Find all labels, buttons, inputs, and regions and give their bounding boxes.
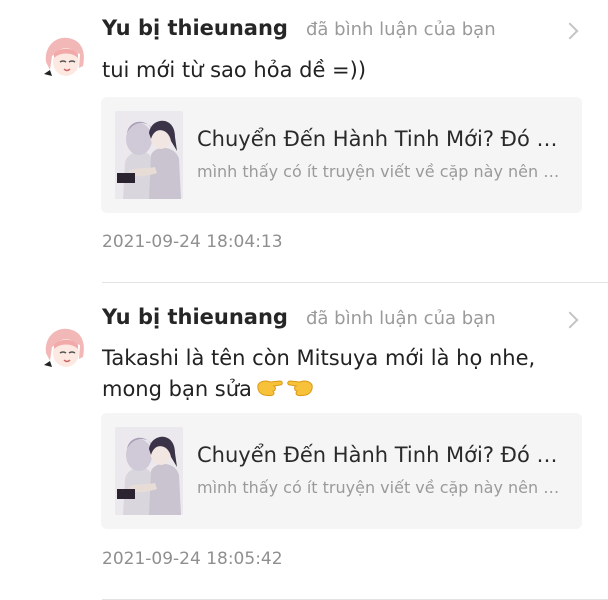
notification-item[interactable]: Yu bị thieunang đã bình luận của bạn tui… <box>0 0 608 283</box>
avatar[interactable] <box>38 323 90 375</box>
story-card[interactable]: Chuyển Đến Hành Tinh Mới? Đó Là Điều Tất… <box>101 97 582 213</box>
action-text: đã bình luận của bạn <box>305 308 496 329</box>
avatar-image <box>38 32 90 84</box>
story-cover-image <box>115 427 183 515</box>
notification-item[interactable]: Yu bị thieunang đã bình luận của bạn Tak… <box>0 283 608 600</box>
timestamp: 2021-09-24 18:05:42 <box>102 549 283 569</box>
comment-body: tui mới từ sao hỏa dề =)) <box>102 58 367 82</box>
avatar-image <box>38 323 90 375</box>
story-description: mình thấy có ít truyện viết về cặp này n… <box>197 162 571 181</box>
story-cover-image <box>115 111 183 199</box>
timestamp: 2021-09-24 18:04:13 <box>102 232 283 252</box>
action-text: đã bình luận của bạn <box>305 19 496 40</box>
comment-text: tui mới từ sao hỏa dề =)) <box>102 55 578 86</box>
username[interactable]: Yu bị thieunang <box>102 16 288 40</box>
username[interactable]: Yu bị thieunang <box>102 305 288 329</box>
comment-text: Takashi là tên còn Mitsuya mới là họ nhe… <box>102 343 578 406</box>
avatar[interactable] <box>38 32 90 84</box>
story-card[interactable]: Chuyển Đến Hành Tinh Mới? Đó Là Điều Tất… <box>101 413 582 529</box>
story-description: mình thấy có ít truyện viết về cặp này n… <box>197 478 571 497</box>
pointing-hands-emoji-icon <box>256 375 314 406</box>
story-title: Chuyển Đến Hành Tinh Mới? Đó Là Điều Tất… <box>197 443 567 467</box>
story-title: Chuyển Đến Hành Tinh Mới? Đó Là Điều Tất… <box>197 127 567 151</box>
comment-body: Takashi là tên còn Mitsuya mới là họ nhe… <box>102 346 536 401</box>
